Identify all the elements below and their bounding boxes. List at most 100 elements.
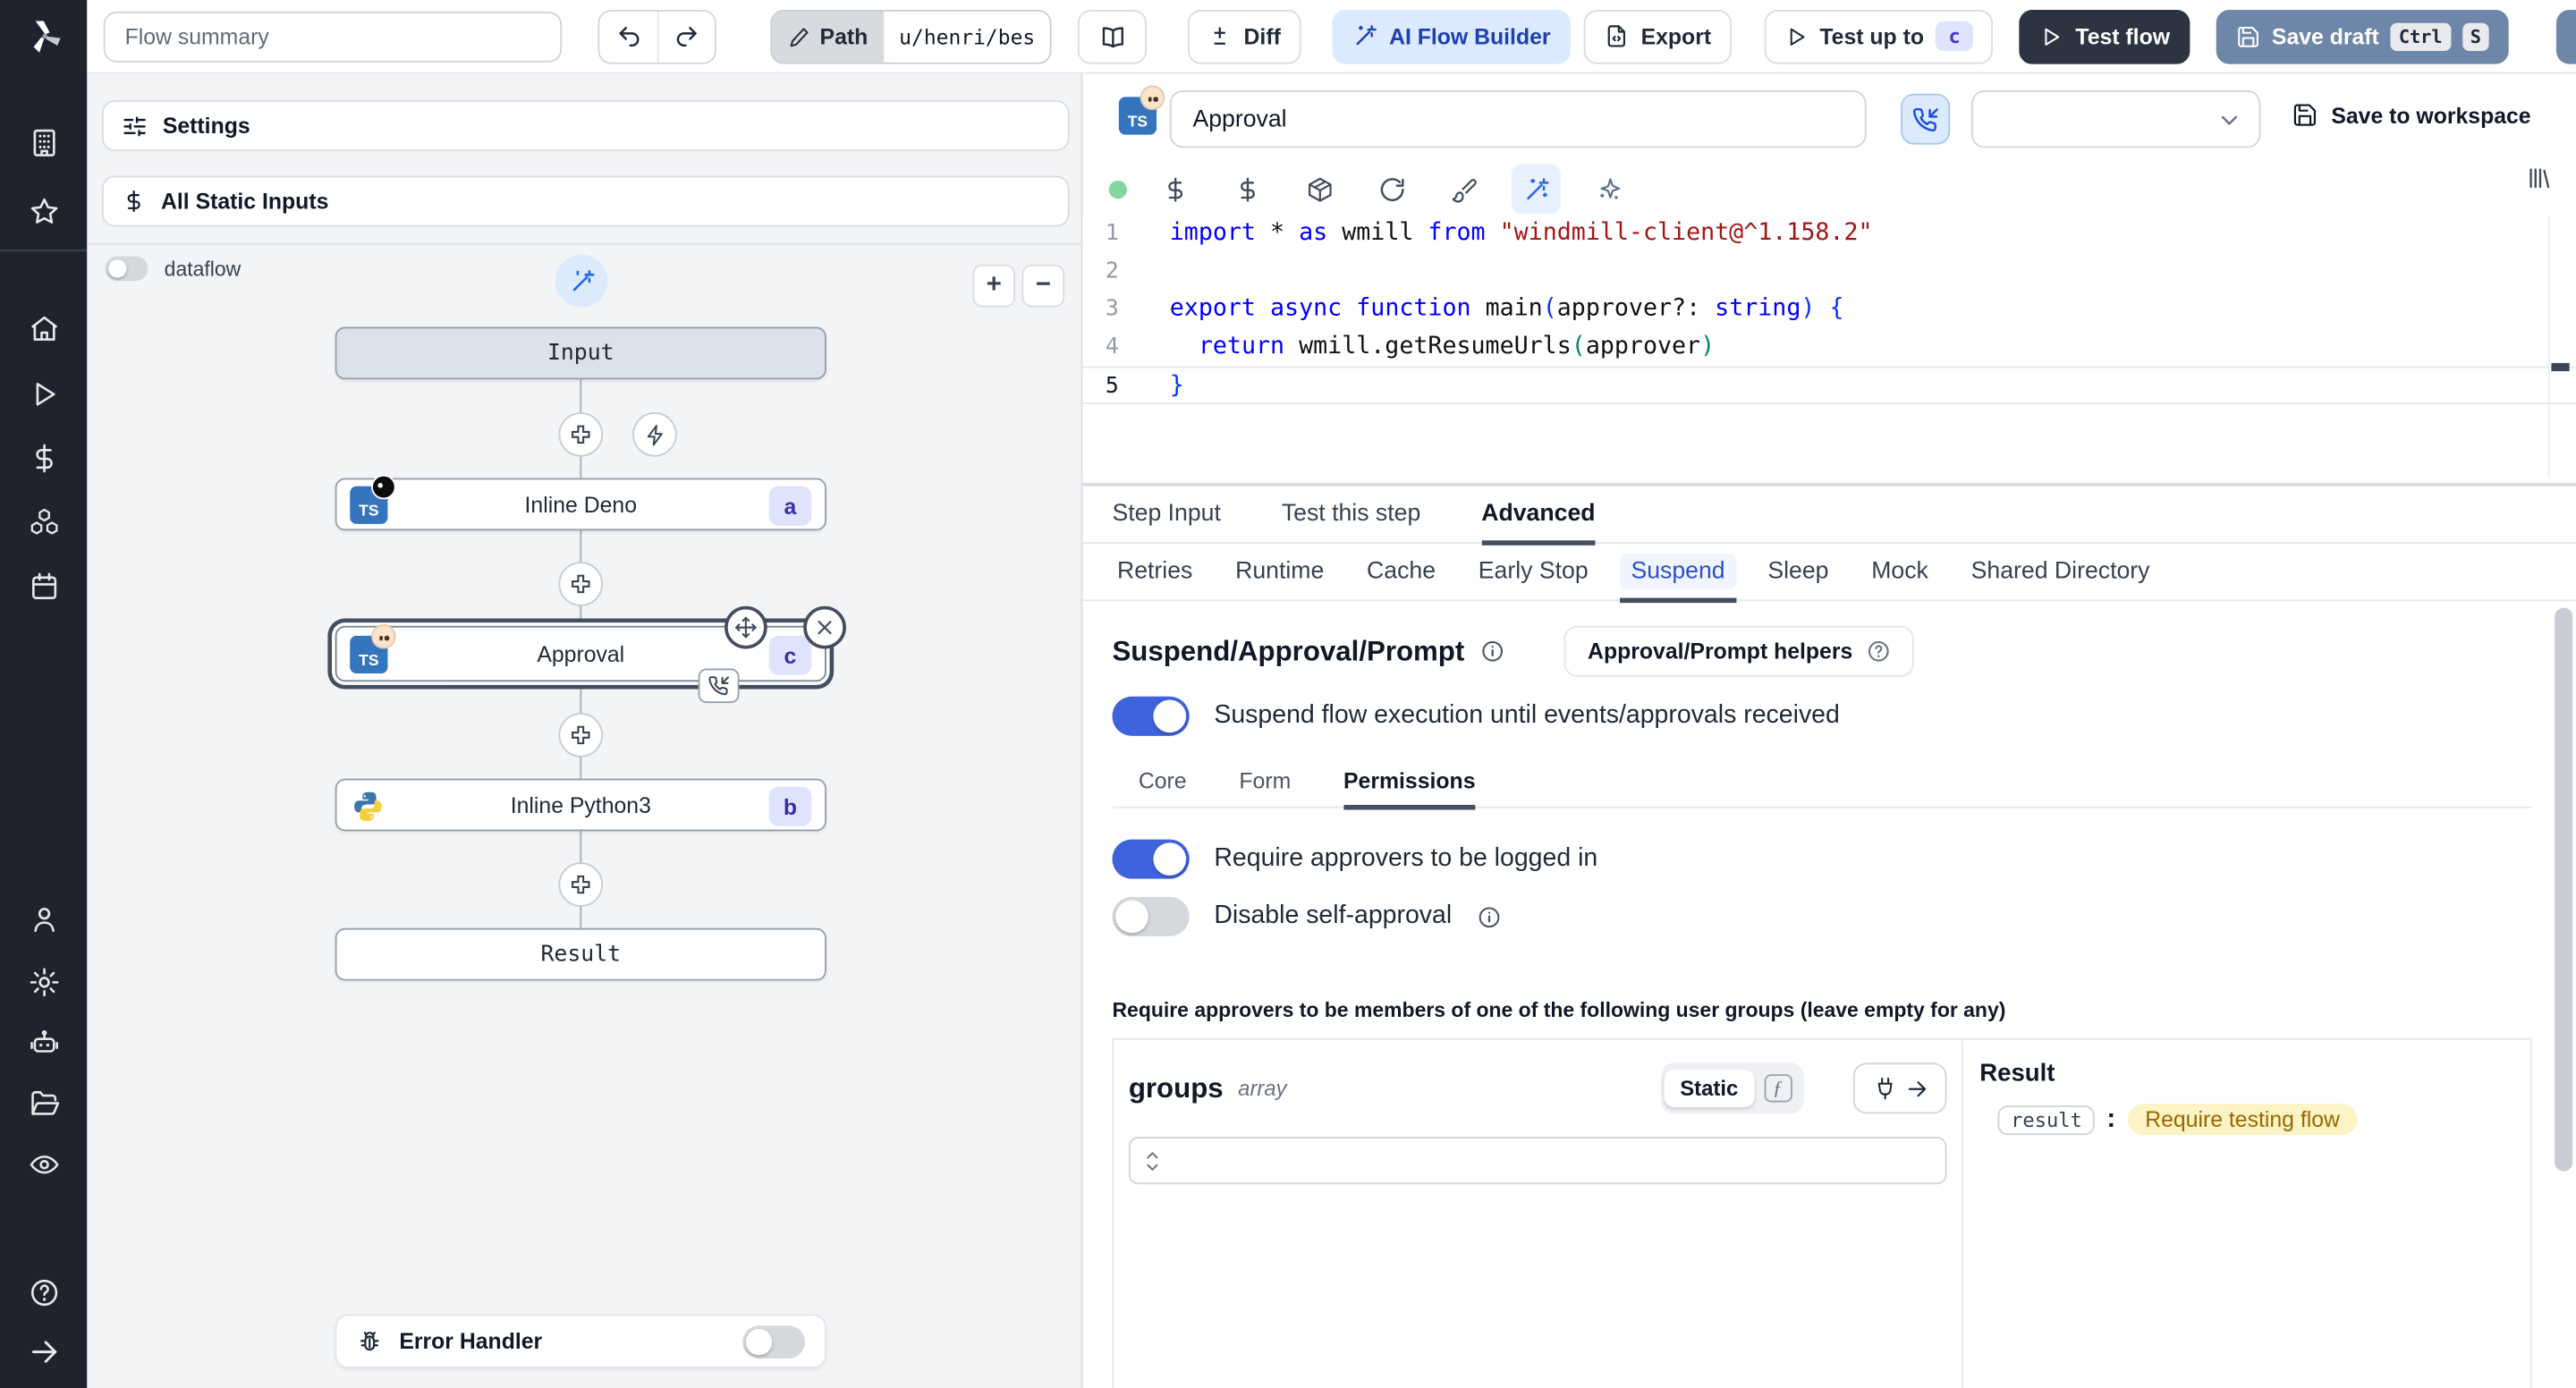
- code-line[interactable]: 5}: [1082, 366, 2576, 404]
- insert-step-button-1[interactable]: [558, 412, 604, 457]
- code-line[interactable]: 1 import * as wmill from "windmill-client…: [1082, 216, 2576, 253]
- workspace-building-icon[interactable]: [28, 126, 61, 159]
- tab-early-stop[interactable]: Early Stop: [1470, 543, 1597, 600]
- ai-assist-wand-button[interactable]: [555, 254, 608, 308]
- tab-cache[interactable]: Cache: [1359, 543, 1444, 600]
- collapse-arrow-right-icon[interactable]: [28, 1335, 61, 1368]
- delete-step-button[interactable]: [803, 605, 846, 649]
- tab-shared-directory[interactable]: Shared Directory: [1962, 543, 2157, 600]
- users-icon[interactable]: [28, 903, 61, 936]
- flow-node-input[interactable]: Input: [335, 326, 826, 380]
- step-name-input[interactable]: [1169, 90, 1867, 148]
- flow-summary-input[interactable]: [103, 10, 563, 62]
- tab-runtime[interactable]: Runtime: [1227, 543, 1333, 600]
- ctrl-keycap: Ctrl: [2390, 21, 2451, 51]
- code-line[interactable]: 4 return wmill.getResumeUrls(approver): [1082, 328, 2576, 366]
- trigger-bolt-button[interactable]: [632, 412, 677, 457]
- panel-scrollbar[interactable]: [2555, 607, 2573, 1172]
- code-line[interactable]: 2: [1082, 253, 2576, 291]
- tab-form[interactable]: Form: [1239, 755, 1291, 808]
- home-icon[interactable]: [28, 312, 61, 345]
- flow-node-approval[interactable]: TS Approval c: [335, 605, 846, 704]
- code-editor[interactable]: 1 import * as wmill from "windmill-client…: [1082, 215, 2576, 478]
- error-handler-toggle[interactable]: [742, 1325, 805, 1358]
- function-segment[interactable]: ƒ: [1755, 1074, 1801, 1103]
- info-icon[interactable]: [1477, 904, 1502, 929]
- save-icon: [2293, 104, 2317, 126]
- groups-array-input[interactable]: [1128, 1137, 1947, 1185]
- tab-advanced[interactable]: Advanced: [1481, 486, 1597, 545]
- zoom-in-button[interactable]: +: [972, 264, 1016, 308]
- flow-node-result[interactable]: Result: [335, 927, 826, 981]
- disable-self-approval-label: Disable self-approval: [1214, 901, 1453, 930]
- dataflow-toggle[interactable]: [105, 256, 148, 282]
- topbar: Path u/henri/bes Diff AI Flow Builder Ex…: [87, 0, 2576, 74]
- help-icon[interactable]: [28, 1276, 61, 1309]
- result-key-badge[interactable]: result: [1997, 1104, 2096, 1135]
- connect-input-button[interactable]: [1852, 1062, 1947, 1114]
- add-resource-button[interactable]: [1223, 165, 1272, 214]
- insert-step-button-4[interactable]: [558, 862, 604, 907]
- insert-step-button-2[interactable]: [558, 562, 604, 606]
- move-step-button[interactable]: [724, 605, 767, 649]
- workers-robot-icon[interactable]: [28, 1027, 61, 1060]
- ai-flow-builder-button[interactable]: AI Flow Builder: [1331, 9, 1571, 63]
- package-button[interactable]: [1294, 165, 1343, 214]
- settings-gear-icon[interactable]: [28, 966, 61, 999]
- tab-suspend[interactable]: Suspend: [1619, 543, 1737, 603]
- tab-test-this-step[interactable]: Test this step: [1282, 486, 1420, 543]
- audit-eye-icon[interactable]: [28, 1148, 61, 1181]
- s-keycap: S: [2462, 21, 2490, 51]
- tab-core[interactable]: Core: [1139, 755, 1187, 808]
- tab-sleep[interactable]: Sleep: [1759, 543, 1836, 600]
- ai-edit-wand-button[interactable]: [1511, 164, 1561, 214]
- docs-book-button[interactable]: [1078, 9, 1148, 63]
- test-flow-button[interactable]: Test flow: [2019, 9, 2190, 63]
- chevron-down-icon: [2216, 106, 2242, 132]
- code-line[interactable]: 3 export async function main(approver?: s…: [1082, 291, 2576, 328]
- folders-icon[interactable]: [28, 1088, 61, 1121]
- error-handler-row[interactable]: Error Handler: [335, 1314, 826, 1368]
- insert-step-button-3[interactable]: [558, 713, 604, 757]
- redo-icon: [676, 26, 697, 47]
- save-draft-button[interactable]: Save draft Ctrl S: [2216, 9, 2510, 63]
- add-variable-button[interactable]: [1150, 165, 1199, 214]
- ai-sparkles-button[interactable]: [1584, 165, 1633, 214]
- require-login-toggle[interactable]: [1112, 839, 1190, 879]
- approval-phone-button[interactable]: [1901, 93, 1951, 145]
- diff-button[interactable]: Diff: [1188, 9, 1301, 63]
- save-to-workspace-button[interactable]: Save to workspace: [2292, 102, 2531, 128]
- windmill-logo-icon[interactable]: [23, 15, 66, 58]
- schedules-calendar-icon[interactable]: [28, 570, 61, 603]
- format-brush-button[interactable]: [1439, 165, 1488, 214]
- undo-button[interactable]: [599, 10, 657, 62]
- tab-retries[interactable]: Retries: [1109, 543, 1201, 600]
- path-control[interactable]: Path u/henri/bes: [770, 9, 1052, 63]
- test-up-to-button[interactable]: Test up to c: [1763, 9, 1994, 63]
- deploy-button-partial[interactable]: [2555, 10, 2576, 64]
- runs-play-icon[interactable]: [28, 377, 61, 410]
- export-button[interactable]: Export: [1583, 9, 1732, 63]
- resources-boxes-icon[interactable]: [28, 506, 61, 539]
- script-library-icon[interactable]: [2525, 165, 2553, 192]
- script-template-select[interactable]: [1971, 90, 2261, 148]
- redo-button[interactable]: [657, 10, 715, 62]
- tab-mock[interactable]: Mock: [1863, 543, 1936, 600]
- variables-dollar-icon[interactable]: [28, 442, 61, 475]
- disable-self-approval-toggle[interactable]: [1112, 896, 1190, 936]
- typescript-icon: TS: [350, 474, 396, 524]
- favorites-star-icon[interactable]: [28, 196, 61, 229]
- flow-settings-button[interactable]: Settings: [101, 100, 1070, 151]
- info-icon[interactable]: [1481, 639, 1506, 664]
- all-static-inputs-button[interactable]: All Static Inputs: [101, 175, 1070, 227]
- approval-prompt-helpers-button[interactable]: Approval/Prompt helpers: [1564, 625, 1914, 677]
- tab-permissions[interactable]: Permissions: [1343, 755, 1477, 809]
- reload-button[interactable]: [1367, 165, 1416, 214]
- path-value[interactable]: u/henri/bes: [884, 10, 1050, 62]
- flow-node-inline-deno[interactable]: TS Inline Deno a: [335, 474, 826, 531]
- tab-step-input[interactable]: Step Input: [1112, 486, 1220, 543]
- zoom-out-button[interactable]: −: [1021, 264, 1065, 308]
- suspend-flow-toggle[interactable]: [1112, 696, 1190, 736]
- flow-node-inline-python[interactable]: Inline Python3 b: [335, 778, 826, 832]
- static-segment[interactable]: Static: [1663, 1069, 1755, 1107]
